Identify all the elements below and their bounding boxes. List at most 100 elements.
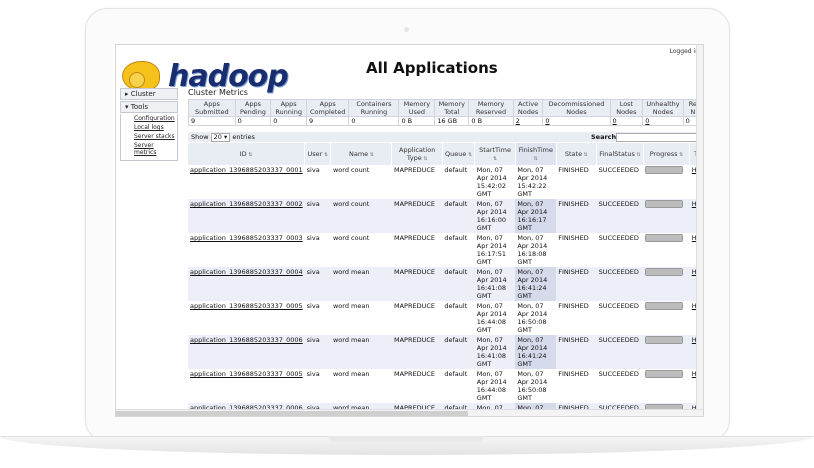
- table-row: application_1396885203337_0002 siva word c…: [188, 199, 703, 233]
- cell-queue: default: [442, 233, 475, 267]
- browser-screen: hadoop All Applications Logged in ▸ Clus…: [115, 44, 704, 417]
- cell-state: FINISHED: [556, 165, 597, 199]
- cell-progress: [643, 267, 690, 301]
- column-header[interactable]: FinishTime ⇅: [515, 143, 557, 165]
- progress-bar: [645, 302, 684, 310]
- progress-bar: [645, 200, 684, 208]
- cell-id[interactable]: application_1396885203337_0004: [188, 267, 305, 301]
- cell-progress: [643, 233, 690, 267]
- metrics-header: Apps Pending: [234, 99, 272, 117]
- column-header[interactable]: ID ⇅: [188, 143, 306, 165]
- cell-queue: default: [442, 267, 475, 301]
- cell-queue: default: [442, 369, 475, 403]
- cell-start: Mon, 07 Apr 2014 16:41:08 GMT: [474, 267, 516, 301]
- metrics-value: 0: [234, 116, 272, 126]
- column-header-label: FinalStatus: [599, 150, 635, 158]
- cell-finish: Mon, 07 Apr 2014 15:42:22 GMT: [515, 165, 557, 199]
- page-title: All Applications: [366, 59, 498, 77]
- cell-type: MAPREDUCE: [391, 335, 443, 369]
- cell-start: Mon, 07 Apr 2014 15:42:02 GMT: [474, 165, 516, 199]
- tools-link[interactable]: Server stacks: [134, 133, 177, 140]
- entries-select[interactable]: 20 ▾: [210, 133, 231, 142]
- cell-start: Mon, 07 Apr 2014 16:44:08 GMT: [474, 301, 516, 335]
- table-row: application_1396885203337_0001 siva word c…: [188, 165, 703, 199]
- progress-bar: [645, 234, 684, 242]
- cell-user: siva: [304, 233, 331, 267]
- cell-start: Mon, 07 Apr 2014 16:44:08 GMT: [474, 369, 516, 403]
- side-nav: ▸ Cluster ▾ Tools Configuration Local log…: [120, 88, 178, 161]
- cell-progress: [643, 165, 690, 199]
- chevron-down-icon: ▾: [223, 133, 228, 141]
- cell-finish: Mon, 07 Apr 2014 16:41:24 GMT: [515, 267, 557, 301]
- metrics-header: Unhealthy Nodes: [642, 99, 684, 117]
- cell-queue: default: [442, 165, 475, 199]
- tools-link[interactable]: Local logs: [134, 124, 177, 131]
- table-controls: Show 20 ▾ entries Search:: [188, 132, 700, 142]
- metrics-header: Memory Used: [398, 99, 436, 117]
- applications-table: ID ⇅ User ⇅ Name ⇅ Application Type ⇅ Queue …: [188, 143, 703, 415]
- laptop-camera: [404, 27, 409, 32]
- column-header[interactable]: FinalStatus ⇅: [596, 143, 644, 165]
- cell-id[interactable]: application_1396885203337_0003: [188, 233, 305, 267]
- cell-state: FINISHED: [556, 199, 597, 233]
- cell-user: siva: [304, 335, 331, 369]
- cell-name: word count: [330, 199, 392, 233]
- metrics-value[interactable]: 2: [512, 116, 544, 126]
- metrics-header: Containers Running: [348, 99, 400, 117]
- column-header-label: ID: [239, 150, 247, 158]
- tools-link[interactable]: Server metrics: [134, 142, 177, 156]
- cell-id[interactable]: application_1396885203337_0005: [188, 301, 305, 335]
- sort-arrows-icon: ⇅: [533, 156, 538, 162]
- sort-arrows-icon: ⇅: [322, 152, 329, 158]
- cell-user: siva: [304, 199, 331, 233]
- cell-id[interactable]: application_1396885203337_0006: [188, 335, 305, 369]
- progress-bar: [645, 370, 684, 378]
- metrics-header: Apps Completed: [306, 99, 350, 117]
- progress-bar: [645, 268, 684, 276]
- column-header[interactable]: Name ⇅: [330, 143, 393, 165]
- progress-bar: [645, 166, 684, 174]
- metrics-value[interactable]: 0: [609, 116, 644, 126]
- tools-link[interactable]: Configuration: [134, 115, 177, 122]
- metrics-value: 9: [188, 116, 236, 126]
- cell-final: SUCCEEDED: [596, 233, 644, 267]
- metrics-value[interactable]: 0: [642, 116, 684, 126]
- column-header-label: Queue: [445, 150, 467, 158]
- sort-arrows-icon: ⇅: [246, 152, 253, 158]
- horizontal-scrollbar[interactable]: [116, 409, 703, 416]
- table-row: application_1396885203337_0003 siva word c…: [188, 233, 703, 267]
- cell-id[interactable]: application_1396885203337_0001: [188, 165, 305, 199]
- cell-name: word mean: [330, 335, 392, 369]
- metrics-header: Lost Nodes: [609, 99, 644, 117]
- nav-tools[interactable]: ▾ Tools: [120, 101, 178, 113]
- sort-arrows-icon: ⇅: [368, 152, 374, 158]
- column-header[interactable]: StartTime ⇅: [474, 143, 516, 165]
- cell-id[interactable]: application_1396885203337_0005: [188, 369, 305, 403]
- vertical-scrollbar[interactable]: [696, 45, 703, 416]
- horizontal-scroll-thumb[interactable]: [116, 411, 469, 416]
- column-header-label: Application Type: [399, 146, 436, 162]
- column-header[interactable]: State ⇅: [556, 143, 598, 165]
- cell-final: SUCCEEDED: [596, 369, 644, 403]
- cell-state: FINISHED: [556, 301, 597, 335]
- cell-queue: default: [442, 335, 475, 369]
- column-header-label: StartTime: [479, 146, 511, 154]
- column-header[interactable]: User ⇅: [304, 143, 332, 165]
- cell-final: SUCCEEDED: [596, 335, 644, 369]
- cell-id[interactable]: application_1396885203337_0002: [188, 199, 305, 233]
- metrics-value[interactable]: 0: [542, 116, 611, 126]
- cell-progress: [643, 369, 690, 403]
- cell-name: word mean: [330, 267, 392, 301]
- cell-start: Mon, 07 Apr 2014 16:41:08 GMT: [474, 335, 516, 369]
- cell-finish: Mon, 07 Apr 2014 16:16:17 GMT: [515, 199, 557, 233]
- column-header[interactable]: Application Type ⇅: [391, 143, 443, 165]
- cell-name: word mean: [330, 369, 392, 403]
- search-input[interactable]: [616, 133, 700, 142]
- nav-cluster[interactable]: ▸ Cluster: [120, 88, 178, 100]
- table-row: application_1396885203337_0004 siva word m…: [188, 267, 703, 301]
- table-row: application_1396885203337_0005 siva word m…: [188, 301, 703, 335]
- column-header[interactable]: Queue ⇅: [442, 143, 476, 165]
- cell-state: FINISHED: [556, 369, 597, 403]
- cell-state: FINISHED: [556, 267, 597, 301]
- column-header[interactable]: Progress ⇅: [643, 143, 691, 165]
